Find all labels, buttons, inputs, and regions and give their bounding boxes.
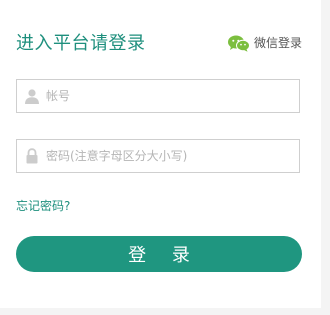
wechat-login-link[interactable]: 微信登录 bbox=[227, 35, 302, 52]
login-card: 进入平台请登录 微信登录 帐号 忘记密码? 登 录 bbox=[0, 0, 321, 308]
page-title: 进入平台请登录 bbox=[16, 33, 146, 54]
forgot-password-link[interactable]: 忘记密码? bbox=[16, 199, 70, 213]
wechat-icon bbox=[227, 35, 250, 52]
account-input[interactable] bbox=[46, 81, 299, 111]
user-icon bbox=[24, 88, 40, 104]
password-field[interactable] bbox=[16, 139, 300, 173]
lock-icon bbox=[24, 148, 40, 164]
login-button[interactable]: 登 录 bbox=[16, 236, 302, 272]
wechat-login-label: 微信登录 bbox=[253, 36, 302, 50]
account-field[interactable] bbox=[16, 79, 300, 113]
password-input[interactable] bbox=[46, 141, 299, 171]
